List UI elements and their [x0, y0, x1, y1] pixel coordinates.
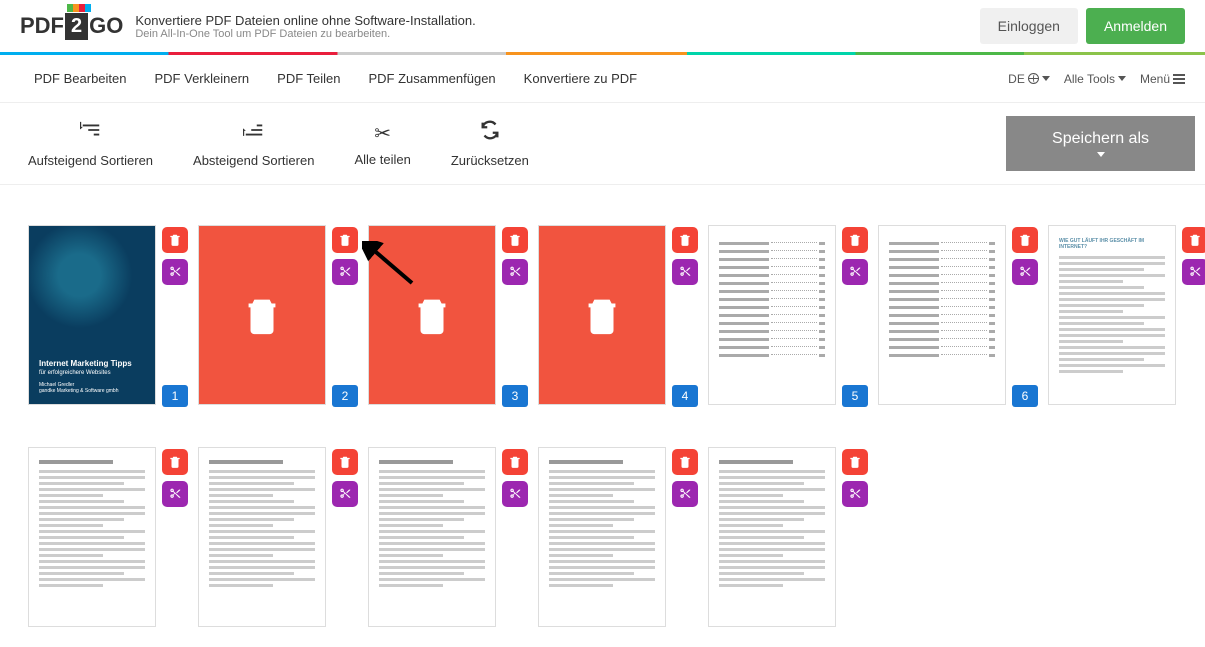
page-number-badge: 4	[672, 385, 698, 407]
language-selector[interactable]: DE	[1008, 72, 1050, 86]
page-thumbnail[interactable]: WIE GUT LÄUFT IHR GESCHÄFT IM INTERNET?	[1048, 225, 1176, 405]
nav-edit[interactable]: PDF Bearbeiten	[20, 65, 141, 92]
menu-button[interactable]: Menü	[1140, 72, 1185, 86]
split-all-button[interactable]: ✂ Alle teilen	[334, 117, 430, 171]
chevron-down-icon	[1042, 76, 1050, 81]
page-number-badge: 5	[842, 385, 868, 407]
page-item[interactable]: WIE GUT LÄUFT IHR GESCHÄFT IM INTERNET?	[1048, 225, 1176, 405]
logo-color-accent	[67, 4, 91, 12]
scissors-icon: ✂	[374, 121, 391, 146]
page-number-badge: 3	[502, 385, 528, 407]
page-thumbnail[interactable]	[538, 447, 666, 627]
all-tools-dropdown[interactable]: Alle Tools	[1064, 72, 1126, 86]
page-thumbnail[interactable]: Internet Marketing Tipps für erfolgreich…	[28, 225, 156, 405]
page-item[interactable]	[198, 447, 326, 627]
delete-page-button[interactable]	[502, 449, 528, 475]
page-item[interactable]: 2	[198, 225, 326, 405]
page-thumbnail-deleted[interactable]	[198, 225, 326, 405]
page-number-badge: 6	[1012, 385, 1038, 407]
split-all-label: Alle teilen	[354, 152, 410, 167]
hamburger-icon	[1173, 74, 1185, 84]
nav-compress[interactable]: PDF Verkleinern	[141, 65, 264, 92]
cut-page-button[interactable]	[672, 481, 698, 507]
page-thumbnail[interactable]	[708, 225, 836, 405]
cover-title: Internet Marketing Tipps	[39, 359, 145, 368]
page-item[interactable]: 4	[538, 225, 666, 405]
page-item[interactable]	[28, 447, 156, 627]
cover-sub: für erfolgreichere Websites	[39, 370, 145, 376]
menu-label: Menü	[1140, 72, 1170, 86]
reset-icon	[479, 119, 501, 147]
delete-page-button[interactable]	[502, 227, 528, 253]
nav-merge[interactable]: PDF Zusammenfügen	[355, 65, 510, 92]
page-thumbnail[interactable]	[28, 447, 156, 627]
cut-page-button[interactable]	[1182, 259, 1205, 285]
reset-label: Zurücksetzen	[451, 153, 529, 168]
language-label: DE	[1008, 72, 1025, 86]
delete-page-button[interactable]	[332, 227, 358, 253]
page-thumbnail-deleted[interactable]	[368, 225, 496, 405]
page-item[interactable]	[708, 447, 836, 627]
cut-page-button[interactable]	[1012, 259, 1038, 285]
delete-page-button[interactable]	[842, 227, 868, 253]
delete-page-button[interactable]	[672, 227, 698, 253]
page-thumbnail[interactable]	[198, 447, 326, 627]
delete-page-button[interactable]	[332, 449, 358, 475]
page-thumbnail[interactable]	[368, 447, 496, 627]
cut-page-button[interactable]	[162, 259, 188, 285]
nav-convert[interactable]: Konvertiere zu PDF	[510, 65, 651, 92]
cut-page-button[interactable]	[842, 481, 868, 507]
logo-2: 2	[65, 13, 88, 40]
delete-page-button[interactable]	[672, 449, 698, 475]
page-thumbnail[interactable]	[878, 225, 1006, 405]
cut-page-button[interactable]	[332, 259, 358, 285]
sort-asc-label: Aufsteigend Sortieren	[28, 153, 153, 168]
page-number-badge: 2	[332, 385, 358, 407]
delete-page-button[interactable]	[1012, 227, 1038, 253]
page-item[interactable]	[368, 447, 496, 627]
cut-page-button[interactable]	[502, 481, 528, 507]
sort-asc-icon	[80, 119, 102, 147]
delete-page-button[interactable]	[162, 449, 188, 475]
logo-pdf: PDF	[20, 13, 64, 39]
cut-page-button[interactable]	[332, 481, 358, 507]
page-item[interactable]: 5	[708, 225, 836, 405]
nav-split[interactable]: PDF Teilen	[263, 65, 354, 92]
sort-desc-button[interactable]: Absteigend Sortieren	[173, 115, 334, 172]
page-item[interactable]: Internet Marketing Tipps für erfolgreich…	[28, 225, 156, 405]
save-as-label: Speichern als	[1052, 130, 1149, 148]
globe-icon	[1028, 73, 1039, 84]
delete-page-button[interactable]	[162, 227, 188, 253]
tagline-sub: Dein All-In-One Tool um PDF Dateien zu b…	[135, 28, 475, 40]
delete-page-button[interactable]	[1182, 227, 1205, 253]
login-button[interactable]: Einloggen	[980, 8, 1078, 44]
sort-asc-button[interactable]: Aufsteigend Sortieren	[8, 115, 173, 172]
save-as-button[interactable]: Speichern als	[1006, 116, 1195, 171]
page-thumbnail-deleted[interactable]	[538, 225, 666, 405]
logo-go: GO	[89, 13, 123, 39]
chevron-down-icon	[1097, 152, 1105, 157]
page-number-badge: 1	[162, 385, 188, 407]
page-item[interactable]	[538, 447, 666, 627]
cut-page-button[interactable]	[672, 259, 698, 285]
cover-company: gandke Marketing & Software gmbh	[39, 388, 145, 394]
cut-page-button[interactable]	[502, 259, 528, 285]
tagline-main: Konvertiere PDF Dateien online ohne Soft…	[135, 13, 475, 28]
cut-page-button[interactable]	[162, 481, 188, 507]
page-item[interactable]: 6	[878, 225, 1006, 405]
delete-page-button[interactable]	[842, 449, 868, 475]
sort-desc-label: Absteigend Sortieren	[193, 153, 314, 168]
reset-button[interactable]: Zurücksetzen	[431, 115, 549, 172]
sort-desc-icon	[243, 119, 265, 147]
signup-button[interactable]: Anmelden	[1086, 8, 1185, 44]
page-item[interactable]: 3	[368, 225, 496, 405]
cut-page-button[interactable]	[842, 259, 868, 285]
logo[interactable]: PDF 2 GO	[20, 12, 123, 40]
all-tools-label: Alle Tools	[1064, 72, 1115, 86]
chevron-down-icon	[1118, 76, 1126, 81]
page-thumbnail[interactable]	[708, 447, 836, 627]
